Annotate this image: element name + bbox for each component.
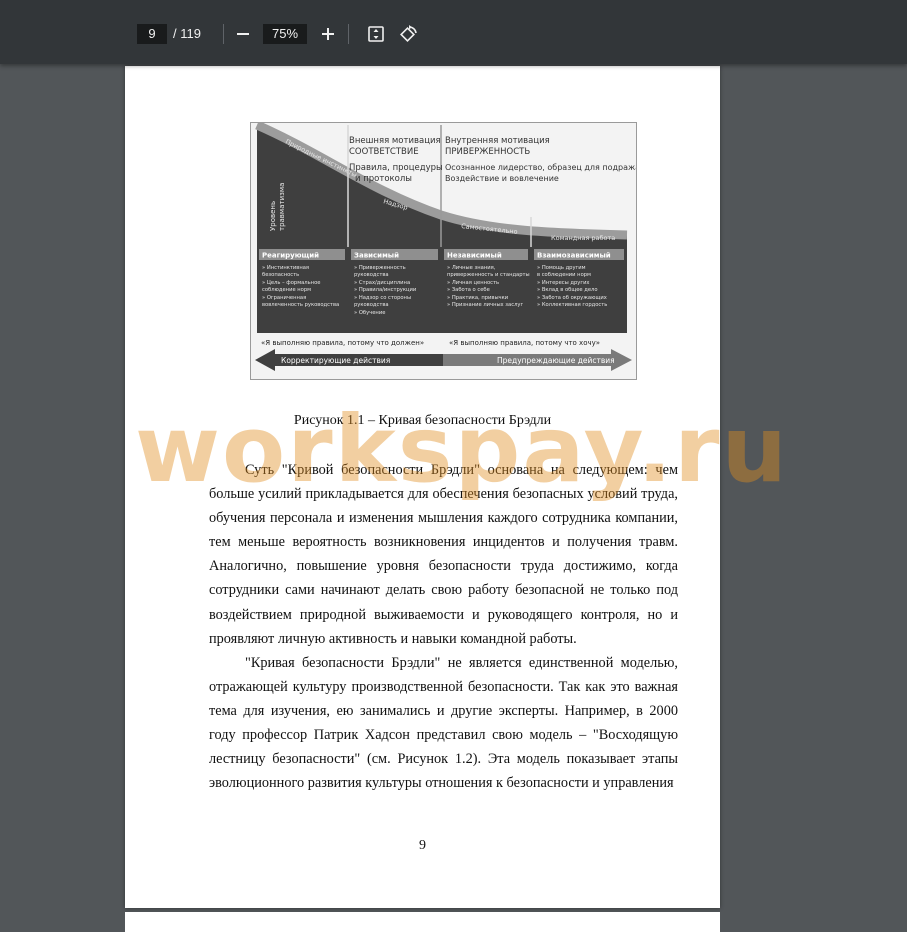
- toolbar-divider: [223, 24, 224, 44]
- stage-title-independent: Независимый: [447, 252, 502, 260]
- header-col2-line2: СООТВЕТСТВИЕ: [349, 147, 419, 157]
- quote-right: «Я выполняю правила, потому что хочу»: [449, 339, 600, 347]
- pdf-toolbar: 9 / 119 75%: [0, 0, 907, 64]
- rotate-icon: [400, 25, 417, 42]
- stage-item: руководства: [354, 272, 389, 278]
- stage-item: » Помощь другим: [537, 265, 586, 271]
- arrow-label-preventive: Предупреждающие действия: [497, 356, 615, 365]
- header-col2-line1: Внешняя мотивация: [349, 136, 441, 146]
- stage-item: » Вклад в общее дело: [537, 287, 598, 293]
- body-text: Суть "Кривой безопасности Брэдли" основа…: [209, 458, 678, 795]
- bradley-curve-diagram: Внешняя мотивация СООТВЕТСТВИЕ Правила, …: [251, 120, 656, 379]
- curve-label-teamwork: Командная работа: [551, 234, 615, 242]
- stage-item: » Забота об окружающих: [537, 295, 607, 301]
- stage-item: » Забота о себе: [447, 287, 490, 293]
- header-col3-line4: Воздействие и вовлечение: [445, 174, 559, 183]
- fit-page-button[interactable]: [362, 20, 390, 48]
- rotate-button[interactable]: [394, 20, 422, 48]
- page-number: 9: [419, 838, 426, 853]
- stage-item: » Обучение: [354, 310, 385, 316]
- toolbar-divider: [348, 24, 349, 44]
- header-col2-line3: Правила, процедуры: [349, 163, 443, 173]
- page-total-label: / 119: [173, 26, 201, 41]
- quote-left: «Я выполняю правила, потому что должен»: [261, 339, 424, 347]
- stage-item: соблюдение норм: [262, 287, 311, 293]
- header-col3-line3: Осознанное лидерство, образец для подраж…: [445, 163, 636, 172]
- figure-bradley-curve: Внешняя мотивация СООТВЕТСТВИЕ Правила, …: [250, 120, 656, 380]
- header-col2-line4: и протоколы: [355, 174, 412, 184]
- stage-item: приверженность и стандарты: [447, 272, 530, 278]
- stage-item: в соблюдении норм: [537, 272, 591, 278]
- stage-item: » Коллективная гордость: [537, 302, 607, 308]
- figure-caption: Рисунок 1.1 – Кривая безопасности Брэдли: [293, 413, 552, 428]
- zoom-input[interactable]: 75%: [263, 24, 307, 44]
- stage-item: » Инстинктивная: [262, 265, 309, 271]
- header-col3-line2: ПРИВЕРЖЕННОСТЬ: [445, 147, 530, 157]
- stage-item: » Практика, привычки: [447, 295, 508, 301]
- stage-item: » Личная ценность: [447, 280, 499, 286]
- minus-icon: [237, 33, 249, 35]
- stage-item: » Цель – формальное: [262, 280, 320, 286]
- stage-item: » Личные знания,: [447, 265, 496, 271]
- stage-item: » Признание личных заслуг: [447, 302, 523, 308]
- document-page: Внешняя мотивация СООТВЕТСТВИЕ Правила, …: [125, 66, 720, 908]
- paragraph: "Кривая безопасности Брэдли" не является…: [209, 654, 678, 792]
- stage-item: » Правила/инструкции: [354, 287, 416, 293]
- stage-title-reactive: Реагирующий: [262, 252, 319, 260]
- zoom-in-button[interactable]: [314, 20, 342, 48]
- stage-item: руководства: [354, 302, 389, 308]
- stage-title-dependent: Зависимый: [354, 252, 399, 260]
- stage-item: » Интересы других: [537, 280, 590, 286]
- next-page-edge: [125, 912, 720, 932]
- header-col3-line1: Внутренняя мотивация: [445, 136, 550, 146]
- stage-item: безопасность: [262, 272, 299, 278]
- side-label-line2: травматизма: [278, 183, 286, 231]
- stage-item: » Страх/дисциплина: [354, 280, 410, 286]
- stage-item: » Приверженность: [354, 265, 406, 271]
- stage-item: » Ограниченная: [262, 295, 306, 301]
- zoom-out-button[interactable]: [229, 20, 257, 48]
- plus-icon: [322, 28, 334, 40]
- arrow-label-corrective: Корректирующие действия: [281, 356, 390, 365]
- stage-item: вовлеченность руководства: [262, 302, 339, 308]
- page-number-input[interactable]: 9: [137, 24, 167, 44]
- side-label-line1: Уровень: [269, 201, 277, 231]
- paragraph: Суть "Кривой безопасности Брэдли" основа…: [209, 462, 678, 647]
- stage-title-interdependent: Взаимозависимый: [537, 252, 611, 260]
- fit-page-icon: [368, 26, 384, 42]
- stage-item: » Надзор со стороны: [354, 295, 411, 301]
